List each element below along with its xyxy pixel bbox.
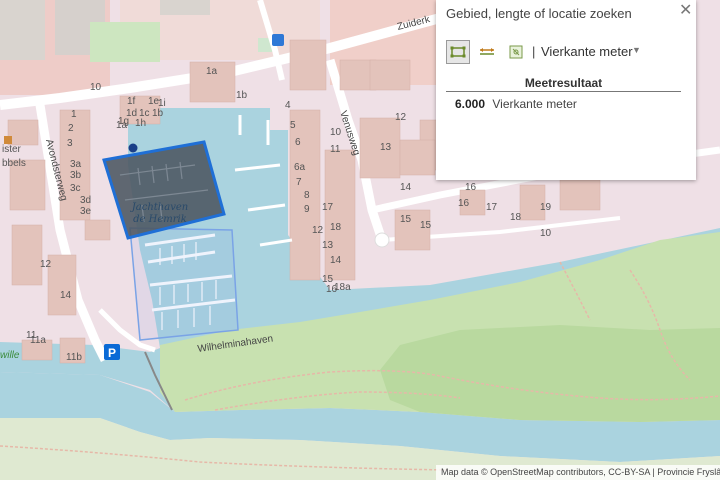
house-number: 13 <box>322 240 334 251</box>
house-number: 3b <box>70 170 82 181</box>
house-number: 1g <box>118 116 129 127</box>
house-number: 18 <box>510 212 522 223</box>
shop-icon <box>4 136 12 144</box>
house-number: 19 <box>540 202 552 213</box>
house-number: 18a <box>334 282 351 293</box>
house-number: 11a <box>30 335 46 346</box>
result-value: 6.000 <box>455 97 486 111</box>
park-patch <box>90 22 160 62</box>
house-number: 12 <box>312 225 324 236</box>
house-number: 11b <box>66 352 82 363</box>
close-icon[interactable]: ✕ <box>679 0 692 19</box>
parking-label: P <box>108 346 116 360</box>
result-header: Meetresultaat <box>446 76 681 92</box>
house-number: 4 <box>285 100 291 111</box>
location-measure-icon <box>509 45 523 59</box>
house-number: 1b <box>236 90 248 101</box>
house-number: 1a <box>206 66 218 77</box>
house-number: 17 <box>486 202 498 213</box>
house-number: 3e <box>80 206 92 217</box>
unit-select[interactable]: Vierkante meter <box>541 44 633 59</box>
chevron-down-icon[interactable]: ▼ <box>632 45 641 55</box>
map-label: ister <box>2 144 22 155</box>
house-number: 12 <box>40 259 52 270</box>
area-measure-icon <box>450 46 466 58</box>
house-number: 1b <box>152 108 164 119</box>
result-row: 6.000 Vierkante meter <box>455 97 577 111</box>
search-label[interactable]: Gebied, lengte of locatie zoeken <box>446 6 632 21</box>
map-label: wille <box>0 350 20 361</box>
map-label: bbels <box>2 158 26 169</box>
distance-tool-button[interactable] <box>475 40 499 64</box>
turning-circle <box>374 232 390 248</box>
marina-label: Jachthaven <box>130 202 188 213</box>
house-number: 17 <box>322 202 334 213</box>
house-number: 2 <box>68 123 74 134</box>
fuel-station-icon[interactable] <box>272 34 284 46</box>
house-number: 14 <box>60 290 72 301</box>
house-number: 14 <box>400 182 412 193</box>
house-number: 1f <box>127 96 136 107</box>
house-number: 14 <box>330 255 342 266</box>
marina-label: de Hemrik <box>133 214 187 225</box>
house-number: 18 <box>330 222 342 233</box>
grey-block <box>160 0 210 15</box>
measure-panel: Gebied, lengte of locatie zoeken ✕ | Vie… <box>436 0 696 180</box>
house-number: 3d <box>80 195 91 206</box>
result-unit: Vierkante meter <box>492 97 577 111</box>
house-number: 16 <box>458 198 470 209</box>
house-number: 12 <box>395 112 407 123</box>
house-number: 10 <box>330 127 342 138</box>
house-number: 6 <box>295 137 301 148</box>
house-number: 1 <box>71 109 77 120</box>
location-marker[interactable] <box>128 143 138 153</box>
house-number: 5 <box>290 120 296 131</box>
house-number: 11 <box>330 144 341 155</box>
house-number: 10 <box>90 82 102 93</box>
house-number: 9 <box>304 204 310 215</box>
house-number: 13 <box>380 142 392 153</box>
toolbar-separator: | <box>532 44 536 59</box>
house-number: 1i <box>158 98 166 109</box>
house-number: 8 <box>304 190 310 201</box>
distance-measure-icon <box>480 48 494 55</box>
house-number: 3 <box>67 138 73 149</box>
house-number: 16 <box>465 182 477 193</box>
grey-block <box>0 0 45 60</box>
secondary-outline <box>129 227 239 341</box>
house-number: 1h <box>135 118 146 129</box>
house-number: 15 <box>400 214 412 225</box>
meadow-dark <box>380 325 720 422</box>
location-tool-button[interactable] <box>504 40 528 64</box>
house-number: 7 <box>296 177 302 188</box>
area-tool-button[interactable] <box>446 40 470 64</box>
house-number: 3a <box>70 159 82 170</box>
map-attribution[interactable]: Map data © OpenStreetMap contributors, C… <box>436 465 720 480</box>
house-number: 6a <box>294 162 306 173</box>
house-number: 15 <box>420 220 432 231</box>
house-number: 3c <box>70 183 81 194</box>
house-number: 10 <box>540 228 552 239</box>
